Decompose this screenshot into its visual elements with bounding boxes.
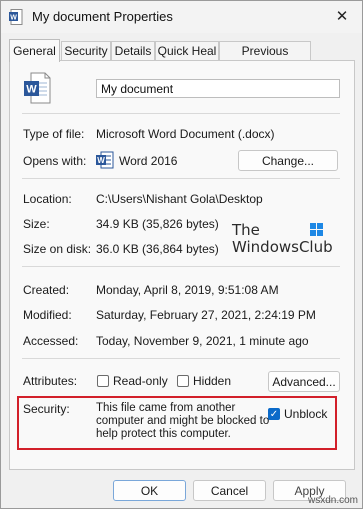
advanced-button[interactable]: Advanced... xyxy=(268,371,340,392)
tab-general[interactable]: General xyxy=(9,39,60,62)
size-on-disk-label: Size on disk: xyxy=(23,242,92,256)
word-document-icon: W xyxy=(24,72,51,104)
size-value: 34.9 KB (35,826 bytes) xyxy=(96,217,219,231)
unblock-checkbox[interactable]: ✓ xyxy=(268,408,280,420)
unblock-label[interactable]: Unblock xyxy=(284,407,327,421)
security-message: This file came from another computer and… xyxy=(96,402,269,441)
opens-with-label: Opens with: xyxy=(23,154,87,168)
properties-dialog: W My document Properties ✕ General Secur… xyxy=(0,0,363,509)
close-icon: ✕ xyxy=(335,8,349,25)
created-label: Created: xyxy=(23,283,70,297)
readonly-label[interactable]: Read-only xyxy=(113,374,168,388)
tab-previous-versions[interactable]: Previous Versions xyxy=(219,41,311,77)
window-title: My document Properties xyxy=(32,9,173,24)
brand-watermark: wsxdn.com xyxy=(307,495,358,506)
tab-security[interactable]: Security xyxy=(61,41,111,61)
type-label: Type of file: xyxy=(23,127,85,141)
dialog-footer: OK Cancel Apply wsxdn.com xyxy=(1,471,362,508)
watermark-line1: The xyxy=(232,221,260,239)
general-panel: W Type of file: Microsoft Word Document … xyxy=(9,60,355,470)
location-label: Location: xyxy=(23,192,72,206)
security-message-line2: computer and might be blocked to xyxy=(96,415,270,427)
watermark-line2: WindowsClub xyxy=(232,238,333,256)
location-value: C:\Users\Nishant Gola\Desktop xyxy=(96,192,263,206)
tab-quick-heal[interactable]: Quick Heal xyxy=(155,41,219,61)
modified-value: Saturday, February 27, 2021, 2:24:19 PM xyxy=(96,308,316,322)
windows-logo-icon xyxy=(310,223,323,236)
divider xyxy=(22,266,340,267)
close-button[interactable]: ✕ xyxy=(332,7,352,27)
security-message-line1: This file came from another xyxy=(96,402,236,414)
tab-details[interactable]: Details xyxy=(111,41,155,61)
accessed-value: Today, November 9, 2021, 1 minute ago xyxy=(96,334,309,348)
readonly-checkbox[interactable] xyxy=(97,375,109,387)
ok-button[interactable]: OK xyxy=(113,480,186,501)
cancel-button[interactable]: Cancel xyxy=(193,480,266,501)
accessed-label: Accessed: xyxy=(23,334,79,348)
hidden-checkbox[interactable] xyxy=(177,375,189,387)
checkmark-icon: ✓ xyxy=(269,409,279,420)
divider xyxy=(22,178,340,179)
word-document-icon: W xyxy=(9,9,23,25)
file-name-input[interactable] xyxy=(96,79,340,98)
tab-strip: General Security Details Quick Heal Prev… xyxy=(9,39,354,77)
size-label: Size: xyxy=(23,217,50,231)
attributes-label: Attributes: xyxy=(23,374,78,388)
modified-label: Modified: xyxy=(23,308,72,322)
divider xyxy=(22,358,340,359)
size-on-disk-value: 36.0 KB (36,864 bytes) xyxy=(96,242,219,256)
change-button[interactable]: Change... xyxy=(238,150,338,171)
divider xyxy=(22,113,340,114)
svg-text:W: W xyxy=(26,84,37,96)
windowsclub-logo: The WindowsClub xyxy=(232,221,344,261)
opens-with-value: Word 2016 xyxy=(119,154,178,168)
security-label: Security: xyxy=(23,402,70,416)
svg-text:W: W xyxy=(97,156,105,165)
word-app-icon: W xyxy=(96,151,114,169)
created-value: Monday, April 8, 2019, 9:51:08 AM xyxy=(96,283,279,297)
security-message-line3: help protect this computer. xyxy=(96,428,231,440)
type-value: Microsoft Word Document (.docx) xyxy=(96,127,275,141)
hidden-label[interactable]: Hidden xyxy=(193,374,231,388)
title-bar[interactable]: W My document Properties ✕ xyxy=(1,1,362,33)
svg-text:W: W xyxy=(10,15,17,22)
